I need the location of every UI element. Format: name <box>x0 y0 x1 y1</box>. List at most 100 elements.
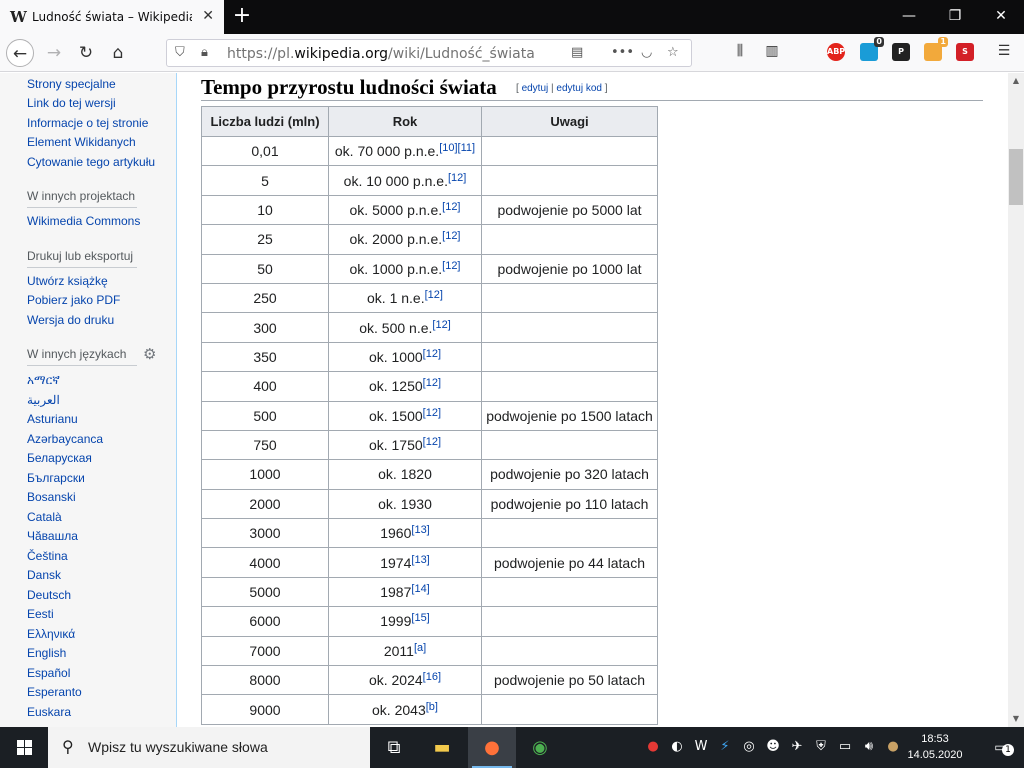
sidebar-link-pdf[interactable]: Pobierz jako PDF <box>27 293 120 307</box>
sidebar-language-link[interactable]: አማርኛ <box>27 373 60 388</box>
sidebar-link-special-pages[interactable]: Strony specjalne <box>27 77 116 91</box>
year-text: ok. 1000 <box>368 348 423 365</box>
sidebar-link-print[interactable]: Wersja do druku <box>27 313 114 327</box>
reference-link[interactable]: [12] <box>423 407 441 419</box>
url-bar[interactable]: ⛉ 🔒︎ https://pl.wikipedia.org/wiki/Ludno… <box>166 39 692 67</box>
reference-link[interactable]: [12] <box>423 377 441 389</box>
sidebar-link-create-book[interactable]: Utwórz książkę <box>27 274 108 288</box>
p-ext-icon[interactable]: P <box>892 43 910 61</box>
reference-link[interactable]: [16] <box>423 671 441 683</box>
shield-icon[interactable]: ⛉ <box>175 45 185 60</box>
tray-plane-icon[interactable]: ✈ <box>788 739 806 754</box>
tray-sync-icon[interactable]: ◐ <box>668 739 686 754</box>
sidebar-language-link[interactable]: Ελληνικά <box>27 627 75 641</box>
pocket-icon[interactable]: ◡ <box>641 45 652 60</box>
reference-link[interactable]: [12] <box>442 201 460 213</box>
reference-link[interactable]: [12] <box>432 319 450 331</box>
tray-w-icon[interactable]: W <box>692 739 710 754</box>
close-tab-icon[interactable]: ✕ <box>202 8 214 24</box>
lock-icon[interactable]: 🔒︎ <box>201 45 208 60</box>
sidebar-toggle-icon[interactable]: ▥ <box>762 43 782 59</box>
sidebar-language-link[interactable]: Euskara <box>27 705 71 719</box>
reload-button[interactable]: ↻ <box>72 39 100 67</box>
edit-link[interactable]: edytuj <box>522 83 549 94</box>
url-text[interactable]: https://pl.wikipedia.org/wiki/Ludność_św… <box>227 46 535 62</box>
restore-button[interactable]: ❐ <box>932 0 978 34</box>
reference-link[interactable]: [a] <box>414 642 426 654</box>
sidebar-language-link[interactable]: Esperanto <box>27 685 82 699</box>
firefox-taskbar-icon[interactable]: ● <box>468 727 516 768</box>
reference-link[interactable]: [12] <box>442 230 460 242</box>
tab-active[interactable]: W Ludność świata – Wikipedia, wolna ency… <box>0 0 224 34</box>
cell-year: ok. 5000 p.n.e.[12] <box>328 194 482 226</box>
start-button[interactable] <box>0 727 48 768</box>
sidebar-language-link[interactable]: Bosanski <box>27 490 76 504</box>
sidebar-language-link[interactable]: Беларуская <box>27 451 92 465</box>
sidebar-language-link[interactable]: العربية <box>27 393 60 407</box>
file-explorer-icon[interactable]: ▬ <box>418 727 466 768</box>
tray-ghost-icon[interactable]: ☻ <box>764 739 782 754</box>
scroll-thumb[interactable] <box>1009 149 1023 205</box>
reader-view-icon[interactable]: ▤ <box>571 45 583 60</box>
year-text: ok. 1750 <box>368 437 423 454</box>
reference-link[interactable]: [12] <box>442 260 460 272</box>
reference-link[interactable]: [12] <box>423 348 441 360</box>
sidebar-link-wikidata[interactable]: Element Wikidanych <box>27 135 136 149</box>
sidebar-language-link[interactable]: Català <box>27 510 62 524</box>
sidebar-language-link[interactable]: Dansk <box>27 568 61 582</box>
sidebar-link-commons[interactable]: Wikimedia Commons <box>27 214 140 228</box>
page-actions-icon[interactable]: ••• <box>611 45 634 60</box>
scroll-up-arrow-icon[interactable]: ▲ <box>1008 73 1024 89</box>
task-view-icon[interactable]: ⧉ <box>370 727 418 768</box>
sidebar-link-cite[interactable]: Cytowanie tego artykułu <box>27 155 155 169</box>
reference-link[interactable]: [15] <box>411 612 429 624</box>
reference-link[interactable]: [b] <box>426 701 438 713</box>
tray-volume-icon[interactable]: 🔊︎ <box>860 739 878 754</box>
sidebar-link-permanent[interactable]: Link do tej wersji <box>27 96 116 110</box>
sidebar-language-link[interactable]: Čeština <box>27 549 68 563</box>
taskbar-clock[interactable]: 18:53 14.05.2020 <box>900 731 970 763</box>
sidebar-language-link[interactable]: Azərbaycanca <box>27 432 103 446</box>
back-button[interactable]: ← <box>6 39 34 67</box>
reference-link[interactable]: [12] <box>425 289 443 301</box>
bookmark-star-icon[interactable]: ☆ <box>667 45 679 60</box>
tray-app-icon[interactable]: ● <box>644 739 662 754</box>
vertical-scrollbar[interactable]: ▲ ▼ <box>1008 73 1024 727</box>
reference-link[interactable]: [13] <box>411 524 429 536</box>
cell-year: ok. 2000 p.n.e.[12] <box>328 224 482 255</box>
taskbar-search-box[interactable]: ⚲ Wpisz tu wyszukiwane słowa <box>48 727 370 768</box>
chrome-taskbar-icon[interactable]: ◉ <box>516 727 564 768</box>
notification-center-icon[interactable]: ▭ 1 <box>976 727 1024 768</box>
tray-defender-icon[interactable]: ⛨ <box>812 739 830 754</box>
reference-link[interactable]: [12] <box>423 436 441 448</box>
minimize-button[interactable]: — <box>886 0 932 34</box>
tray-bolt-icon[interactable]: ⚡ <box>716 739 734 754</box>
sidebar-language-link[interactable]: Deutsch <box>27 588 71 602</box>
sidebar-language-link[interactable]: Español <box>27 666 70 680</box>
reference-link[interactable]: [14] <box>411 583 429 595</box>
reference-link[interactable]: [10][11] <box>439 142 475 154</box>
reference-link[interactable]: [13] <box>411 554 429 566</box>
s-ext-icon[interactable]: S <box>956 43 974 61</box>
home-button[interactable]: ⌂ <box>104 39 132 67</box>
tray-battery-icon[interactable]: ▭ <box>836 739 854 754</box>
close-window-button[interactable]: ✕ <box>978 0 1024 34</box>
plane-ext-icon[interactable]: 1 <box>924 37 948 61</box>
sidebar-language-link[interactable]: Eesti <box>27 607 54 621</box>
tray-steam-icon[interactable]: ◎ <box>740 739 758 754</box>
scroll-down-arrow-icon[interactable]: ▼ <box>1008 711 1024 727</box>
sidebar-language-link[interactable]: Чӑвашла <box>27 529 78 543</box>
sidebar-language-link[interactable]: Asturianu <box>27 412 78 426</box>
edit-code-link[interactable]: edytuj kod <box>556 83 602 94</box>
forward-button[interactable]: → <box>40 39 68 67</box>
hamburger-menu-icon[interactable]: ☰ <box>994 43 1014 59</box>
sidebar-link-page-info[interactable]: Informacje o tej stronie <box>27 116 148 130</box>
ghostery-icon[interactable]: 0 <box>860 37 884 61</box>
abp-icon[interactable]: ABP <box>827 43 845 61</box>
gear-icon[interactable]: ⚙ <box>143 345 156 363</box>
reference-link[interactable]: [12] <box>448 172 466 184</box>
sidebar-language-link[interactable]: English <box>27 646 66 660</box>
library-icon[interactable]: ⫼ <box>730 43 750 59</box>
new-tab-button[interactable]: + <box>230 4 254 28</box>
sidebar-language-link[interactable]: Български <box>27 471 85 485</box>
